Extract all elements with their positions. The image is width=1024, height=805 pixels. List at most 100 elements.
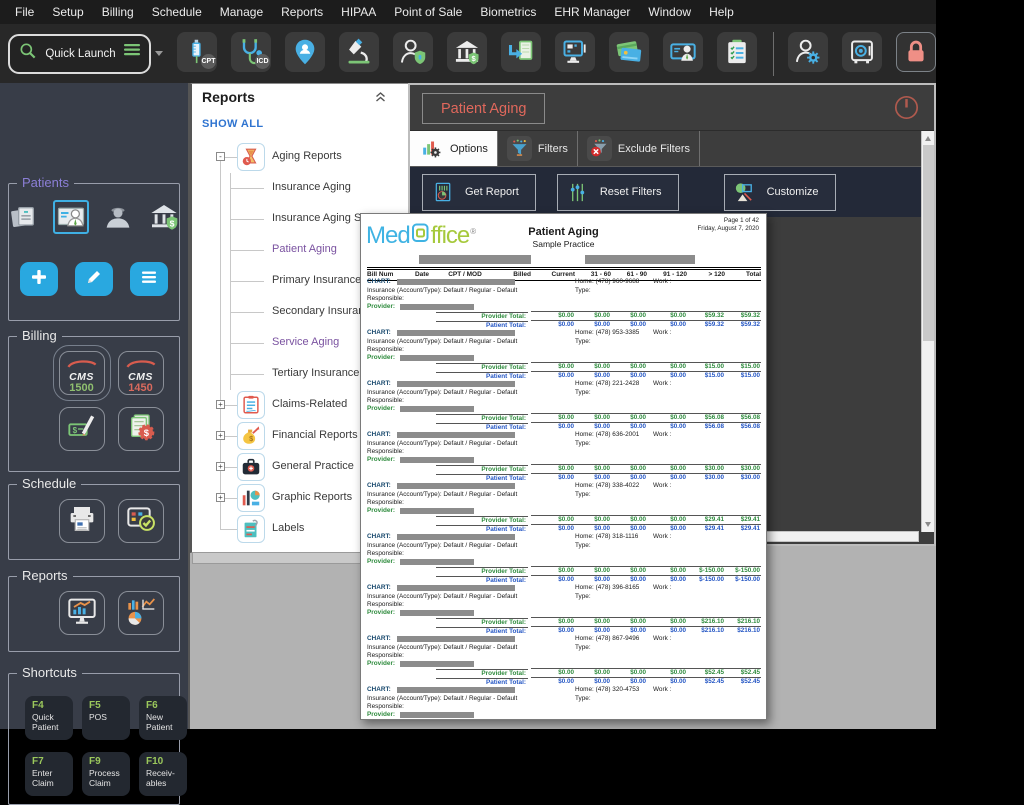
shortcuts-section: Shortcuts F4Quick PatientF5POSF6New Pati… [8, 673, 180, 805]
shortcut-f6[interactable]: F6New Patient [139, 696, 187, 740]
patient-total-row: Patient Total:$0.00$0.00$0.00$0.00$216.1… [367, 626, 761, 635]
collapse-panel-icon[interactable] [375, 90, 386, 108]
tree-expander-icon[interactable]: + [216, 400, 225, 409]
appointments-button[interactable] [118, 499, 164, 543]
menu-hipaa[interactable]: HIPAA [332, 0, 385, 24]
redaction-bar [400, 457, 474, 463]
pos-terminal-icon[interactable] [555, 32, 595, 72]
responsible-row: Responsible: [367, 499, 761, 507]
cpt-codes-icon[interactable]: CPT [177, 32, 217, 72]
vault-icon[interactable] [842, 32, 882, 72]
provider-total-label: Provider Total: [367, 618, 531, 627]
show-all-link[interactable]: SHOW ALL [202, 118, 263, 130]
menu-reports[interactable]: Reports [272, 0, 332, 24]
redaction-bar [397, 585, 515, 591]
check-writer-icon[interactable] [663, 32, 703, 72]
menu-schedule[interactable]: Schedule [143, 0, 211, 24]
provider-label: Provider: [367, 609, 395, 616]
reports-section-label: Reports [17, 568, 73, 583]
cms-1450-label: 1450 [128, 382, 152, 394]
menu-window[interactable]: Window [639, 0, 700, 24]
edit-patient-button[interactable] [75, 262, 113, 296]
column-date: Date [407, 271, 437, 278]
redaction-bar [400, 559, 474, 565]
labels-icon [237, 515, 265, 543]
menu-point-of-sale[interactable]: Point of Sale [385, 0, 471, 24]
credit-card-icon[interactable] [609, 32, 649, 72]
insurance-row: Insurance (Account/Type): Default / Regu… [367, 491, 761, 500]
close-power-icon[interactable] [893, 94, 920, 121]
cms-1450-button[interactable]: CMS 1450 [118, 351, 164, 395]
customize-button[interactable]: Customize [724, 174, 836, 211]
tree-expander-icon[interactable]: + [216, 493, 225, 502]
tree-expander-icon[interactable]: - [216, 152, 225, 161]
scroll-down-icon[interactable] [925, 522, 931, 527]
menu-manage[interactable]: Manage [211, 0, 272, 24]
cms-1500-button[interactable]: CMS 1500 [59, 351, 105, 395]
menu-ehr-manager[interactable]: EHR Manager [545, 0, 639, 24]
icd-codes-icon[interactable]: ICD [231, 32, 271, 72]
toolbar-separator [773, 32, 774, 76]
patient-card-icon[interactable] [53, 200, 89, 234]
provider-total-label: Provider Total: [367, 465, 531, 474]
shortcut-label: New Patient [146, 713, 184, 733]
report-charts-button[interactable] [118, 591, 164, 635]
redaction-bar [419, 255, 531, 264]
tree-category-aging-reports[interactable]: -Aging Reports [192, 142, 408, 173]
report-patient-block: CHART:Home: (478) 636-2001Work :Insuranc… [367, 431, 761, 482]
add-patient-button[interactable] [20, 262, 58, 296]
tree-expander-icon[interactable]: + [216, 462, 225, 471]
patient-documents-icon[interactable] [7, 200, 41, 234]
shortcut-label: Process Claim [89, 769, 127, 789]
tab-filters[interactable]: Filters [498, 131, 578, 166]
provider-location-icon[interactable] [285, 32, 325, 72]
provider-label: Provider: [367, 303, 395, 310]
vertical-scrollbar[interactable] [921, 131, 934, 532]
shortcut-f9[interactable]: F9Process Claim [82, 752, 130, 796]
user-shield-icon[interactable] [393, 32, 433, 72]
tree-item-insurance-aging[interactable]: Insurance Aging [192, 173, 408, 204]
get-report-button[interactable]: Get Report [422, 174, 536, 211]
print-schedule-button[interactable] [59, 499, 105, 543]
import-export-icon[interactable] [501, 32, 541, 72]
shortcut-f7[interactable]: F7Enter Claim [25, 752, 73, 796]
menu-biometrics[interactable]: Biometrics [471, 0, 545, 24]
icon-badge: ICD [255, 54, 270, 69]
work-label: Work : [653, 431, 671, 440]
provider-total-row: Provider Total:$0.00$0.00$0.00$0.00$52.4… [367, 668, 761, 677]
user-settings-icon[interactable] [788, 32, 828, 72]
print-check-button[interactable]: $ [59, 407, 105, 451]
menu-file[interactable]: File [6, 0, 43, 24]
report-monitor-button[interactable] [59, 591, 105, 635]
shortcut-f5[interactable]: F5POS [82, 696, 130, 740]
provider-label: Provider: [367, 507, 395, 514]
lab-microscope-icon[interactable] [339, 32, 379, 72]
patient-bank-icon[interactable]: $ [147, 200, 181, 234]
printer-icon [65, 503, 99, 540]
lock-icon[interactable] [896, 32, 936, 72]
quick-launch-caret-icon[interactable] [155, 51, 163, 56]
statements-button[interactable]: $ [118, 407, 164, 451]
guarantor-icon[interactable] [101, 200, 135, 234]
get-report-icon [430, 179, 456, 205]
provider-label: Provider: [367, 405, 395, 412]
quick-launch-button[interactable]: Quick Launch [8, 34, 151, 74]
type-label: Type: [575, 593, 591, 602]
scroll-up-icon[interactable] [925, 136, 931, 141]
provider-row: Provider: [367, 456, 761, 465]
tree-expander-icon[interactable]: + [216, 431, 225, 440]
task-clipboard-icon[interactable] [717, 32, 757, 72]
menu-help[interactable]: Help [700, 0, 743, 24]
reset-filters-button[interactable]: Reset Filters [557, 174, 679, 211]
tab-exclude-filters[interactable]: Exclude Filters [578, 131, 700, 166]
shortcut-f10[interactable]: F10Receiv- ables [139, 752, 187, 796]
menu-billing[interactable]: Billing [93, 0, 143, 24]
patient-list-button[interactable] [130, 262, 168, 296]
shortcut-f4[interactable]: F4Quick Patient [25, 696, 73, 740]
menu-setup[interactable]: Setup [43, 0, 92, 24]
type-label: Type: [575, 491, 591, 500]
tab-options[interactable]: Options [410, 131, 498, 166]
tree-category-label: Graphic Reports [272, 491, 352, 503]
bank-deposit-icon[interactable]: $ [447, 32, 487, 72]
scrollbar-thumb[interactable] [923, 145, 934, 341]
